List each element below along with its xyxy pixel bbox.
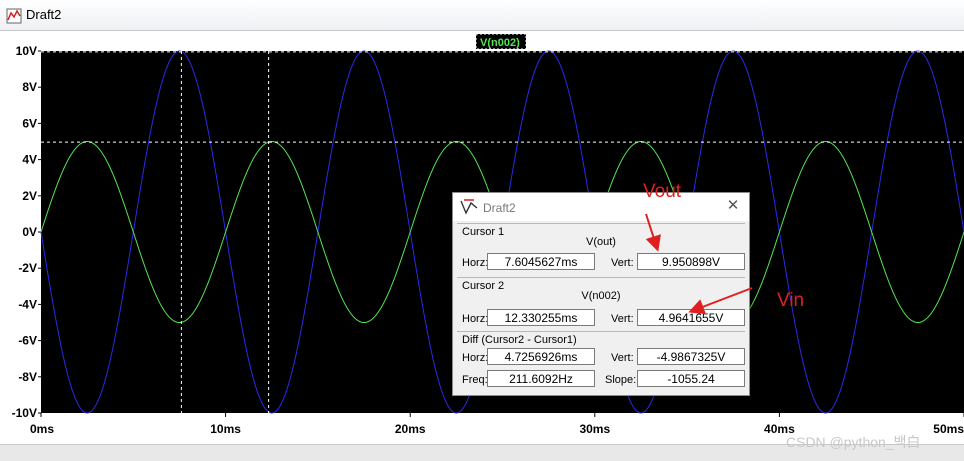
y-tick-label: 6V bbox=[22, 116, 37, 130]
vin-annotation: Vin bbox=[777, 290, 805, 311]
y-tick-label: 4V bbox=[22, 153, 37, 167]
cursor1-section: Cursor 1 V(out) Horz: 7.6045627ms Vert: … bbox=[457, 223, 745, 276]
cursor1-horz-label: Horz: bbox=[462, 257, 489, 269]
y-tick-label: 8V bbox=[22, 80, 37, 94]
cursor2-vert-label: Vert: bbox=[611, 313, 634, 325]
diff-heading: Diff (Cursor2 - Cursor1) bbox=[462, 334, 577, 346]
x-tick-label: 20ms bbox=[395, 422, 426, 436]
cursor2-horz-field[interactable]: 12.330255ms bbox=[487, 309, 595, 326]
y-tick-label: -10V bbox=[12, 406, 37, 420]
cursor-tool-icon bbox=[460, 199, 478, 215]
x-tick-label: 0ms bbox=[30, 422, 54, 436]
trace-legend-label: V(n002) bbox=[480, 37, 520, 49]
y-axis: 10V 8V 6V 4V 2V 0V -2V -4V -6V -8V -10V bbox=[12, 44, 41, 420]
diff-freq-field[interactable]: 211.6092Hz bbox=[487, 370, 595, 387]
y-tick-label: 2V bbox=[22, 189, 37, 203]
window-titlebar[interactable]: Draft2 bbox=[0, 0, 964, 31]
diff-vert-label: Vert: bbox=[611, 352, 634, 364]
cursor-readout-dialog[interactable]: Draft2 ✕ Cursor 1 V(out) Horz: 7.6045627… bbox=[452, 192, 750, 396]
cursor1-trace: V(out) bbox=[586, 236, 616, 248]
y-tick-label: -2V bbox=[18, 261, 37, 275]
cursor1-horz-field[interactable]: 7.6045627ms bbox=[487, 253, 595, 270]
diff-horz-field[interactable]: 4.7256926ms bbox=[487, 348, 595, 365]
cursor1-vert-label: Vert: bbox=[611, 257, 634, 269]
y-tick-label: -6V bbox=[18, 334, 37, 348]
y-tick-label: 10V bbox=[16, 44, 37, 58]
cursor2-section: Cursor 2 V(n002) Horz: 12.330255ms Vert:… bbox=[457, 277, 745, 330]
diff-slope-field[interactable]: -1055.24 bbox=[637, 370, 745, 387]
cursor2-trace: V(n002) bbox=[581, 290, 621, 302]
waveform-window: Draft2 10V 8V 6V 4V 2V 0V -2V -4V -6V -8V -10V 0ms… bbox=[0, 0, 964, 461]
dialog-titlebar[interactable]: Draft2 ✕ bbox=[453, 193, 749, 221]
y-tick-label: -4V bbox=[18, 297, 37, 311]
y-tick-label: -8V bbox=[18, 370, 37, 384]
dialog-title: Draft2 bbox=[483, 201, 516, 215]
cursor2-vert-field[interactable]: 4.9641655V bbox=[637, 309, 745, 326]
x-tick-label: 10ms bbox=[210, 422, 241, 436]
y-tick-label: 0V bbox=[22, 225, 37, 239]
waveform-app-icon bbox=[6, 8, 22, 24]
vout-annotation: Vout bbox=[643, 181, 682, 202]
x-tick-label: 30ms bbox=[579, 422, 610, 436]
diff-section: Diff (Cursor2 - Cursor1) Horz: 4.7256926… bbox=[457, 331, 745, 394]
diff-slope-label: Slope: bbox=[605, 374, 637, 386]
close-icon[interactable]: ✕ bbox=[725, 198, 741, 214]
diff-horz-label: Horz: bbox=[462, 352, 489, 364]
window-title: Draft2 bbox=[26, 7, 62, 22]
cursor1-vert-field[interactable]: 9.950898V bbox=[637, 253, 745, 270]
cursor2-horz-label: Horz: bbox=[462, 313, 489, 325]
diff-vert-field[interactable]: -4.9867325V bbox=[637, 348, 745, 365]
x-tick-label: 50ms bbox=[933, 422, 964, 436]
watermark: CSDN @python_백白 bbox=[786, 434, 921, 450]
diff-freq-label: Freq: bbox=[462, 374, 488, 386]
